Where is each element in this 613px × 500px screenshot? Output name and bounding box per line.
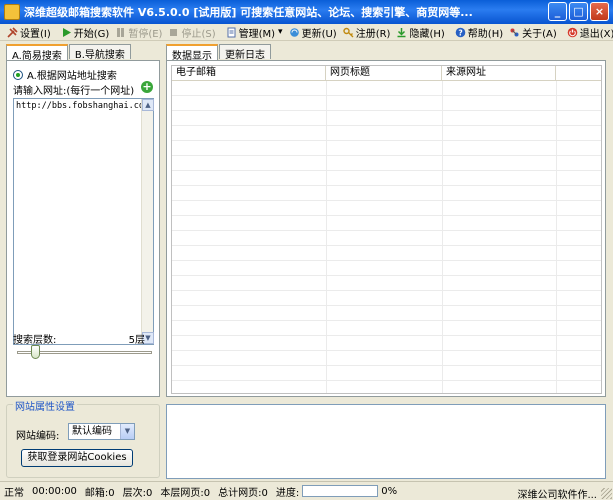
status-bar: 正常 00:00:00 邮箱:0 层次:0 本层网页:0 总计网页:0 进度: …	[0, 481, 613, 500]
stop-label: 停止(S)	[181, 28, 216, 40]
simple-search-panel: A.根据网站地址搜索 请输入网址:(每行一个网址) + http://bbs.f…	[6, 60, 160, 397]
settings-label: 设置(I)	[20, 28, 51, 40]
document-icon	[226, 27, 237, 38]
column-divider	[326, 81, 327, 393]
add-icon[interactable]: +	[141, 81, 153, 93]
close-button[interactable]: ×	[590, 2, 609, 21]
column-email[interactable]: 电子邮箱	[172, 66, 326, 80]
left-tabs: A.简易搜索 B.导航搜索	[6, 44, 132, 62]
manage-button[interactable]: 管理(M) ▾	[223, 24, 286, 41]
url-textarea[interactable]: http://bbs.fobshanghai.com/ ▲ ▼	[13, 98, 154, 345]
status-state: 正常	[4, 487, 24, 499]
results-table[interactable]: 电子邮箱 网页标题 来源网址	[171, 65, 602, 394]
pause-button[interactable]: 暂停(E)	[112, 24, 165, 41]
table-header: 电子邮箱 网页标题 来源网址	[172, 66, 601, 81]
refresh-icon	[289, 27, 300, 38]
url-text: http://bbs.fobshanghai.com/	[16, 101, 155, 111]
pause-icon	[115, 27, 126, 38]
tab-nav-search[interactable]: B.导航搜索	[68, 44, 131, 61]
start-label: 开始(G)	[73, 28, 110, 40]
progress-bar	[302, 485, 379, 497]
data-display-panel: 电子邮箱 网页标题 来源网址	[166, 60, 606, 397]
table-body[interactable]	[172, 81, 601, 393]
help-label: 帮助(H)	[467, 28, 504, 40]
column-divider	[442, 81, 443, 393]
get-cookies-button[interactable]: 获取登录网站Cookies	[21, 449, 133, 467]
status-total-pages: 总计网页:0	[218, 487, 268, 499]
search-by-url-option[interactable]: A.根据网站地址搜索	[13, 67, 117, 82]
play-icon	[61, 27, 72, 38]
status-progress-label: 进度:	[275, 487, 300, 499]
column-page-title[interactable]: 网页标题	[326, 66, 442, 80]
site-settings-legend: 网站属性设置	[13, 398, 77, 413]
update-label: 更新(U)	[301, 28, 337, 40]
settings-button[interactable]: 设置(I)	[4, 24, 54, 41]
about-label: 关于(A)	[522, 28, 557, 40]
start-button[interactable]: 开始(G)	[58, 24, 113, 41]
status-time: 00:00:00	[32, 485, 77, 497]
encoding-label: 网站编码:	[16, 431, 60, 442]
register-button[interactable]: 注册(R)	[340, 24, 394, 41]
url-scrollbar[interactable]: ▲ ▼	[141, 99, 154, 344]
svg-text:?: ?	[458, 28, 462, 37]
url-prompt: 请输入网址:(每行一个网址)	[13, 86, 135, 97]
chevron-down-icon[interactable]: ▼	[120, 424, 134, 439]
about-icon	[509, 27, 520, 38]
depth-value: 5层	[128, 335, 145, 346]
about-button[interactable]: 关于(A)	[506, 24, 560, 41]
tab-update-log[interactable]: 更新日志	[219, 44, 271, 61]
depth-slider-thumb[interactable]	[31, 345, 40, 359]
register-label: 注册(R)	[355, 28, 391, 40]
title-bar: 深维超级邮箱搜索软件 V6.5.0.0 [试用版] 可搜索任意网站、论坛、搜索引…	[0, 0, 613, 24]
exit-button[interactable]: 退出(X)	[564, 24, 613, 41]
stop-button[interactable]: 停止(S)	[165, 24, 218, 41]
tab-data-display[interactable]: 数据显示	[166, 44, 218, 62]
stop-icon	[168, 27, 179, 38]
status-layer-pages: 本层网页:0	[160, 487, 211, 499]
maximize-button[interactable]: □	[569, 2, 588, 21]
log-textbox[interactable]	[166, 404, 606, 479]
exit-label: 退出(X)	[579, 28, 613, 40]
search-mode-label: A.根据网站地址搜索	[27, 71, 117, 82]
hide-button[interactable]: 隐藏(H)	[393, 24, 447, 41]
status-layer: 层次:0	[122, 487, 153, 499]
status-progress-value: 0%	[381, 485, 398, 497]
update-button[interactable]: 更新(U)	[286, 24, 340, 41]
exit-icon	[567, 27, 578, 38]
manage-label: 管理(M)	[238, 28, 276, 40]
toolbar: 设置(I) 开始(G) 暂停(E) 停止(S) 管理(M) ▾ 更新(U) 注册…	[0, 24, 613, 41]
minimize-button[interactable]: _	[548, 2, 567, 21]
download-icon	[396, 27, 407, 38]
hide-label: 隐藏(H)	[409, 28, 445, 40]
tab-simple-search[interactable]: A.简易搜索	[6, 44, 68, 62]
pause-label: 暂停(E)	[128, 28, 163, 40]
resize-grip[interactable]	[601, 488, 612, 499]
column-source-url[interactable]: 来源网址	[442, 66, 556, 80]
app-icon	[4, 4, 20, 20]
encoding-select[interactable]: 默认编码 ▼	[68, 423, 135, 440]
right-tabs: 数据显示 更新日志	[166, 44, 272, 62]
radio-button[interactable]	[13, 69, 23, 80]
window-title: 深维超级邮箱搜索软件 V6.5.0.0 [试用版] 可搜索任意网站、论坛、搜索引…	[24, 6, 473, 19]
wrench-icon	[7, 26, 18, 38]
window-controls: _ □ ×	[548, 2, 609, 21]
column-divider	[556, 81, 557, 393]
scroll-up-icon[interactable]: ▲	[142, 99, 154, 111]
chevron-down-icon[interactable]: ▾	[278, 27, 283, 37]
encoding-value: 默认编码	[72, 426, 112, 437]
help-icon: ?	[455, 27, 466, 38]
depth-label: 搜索层数:	[13, 335, 57, 346]
help-button[interactable]: ? 帮助(H)	[452, 24, 506, 41]
status-mailbox: 邮箱:0	[84, 487, 115, 499]
status-company: 深维公司软件作...	[517, 490, 597, 500]
key-icon	[343, 27, 354, 38]
